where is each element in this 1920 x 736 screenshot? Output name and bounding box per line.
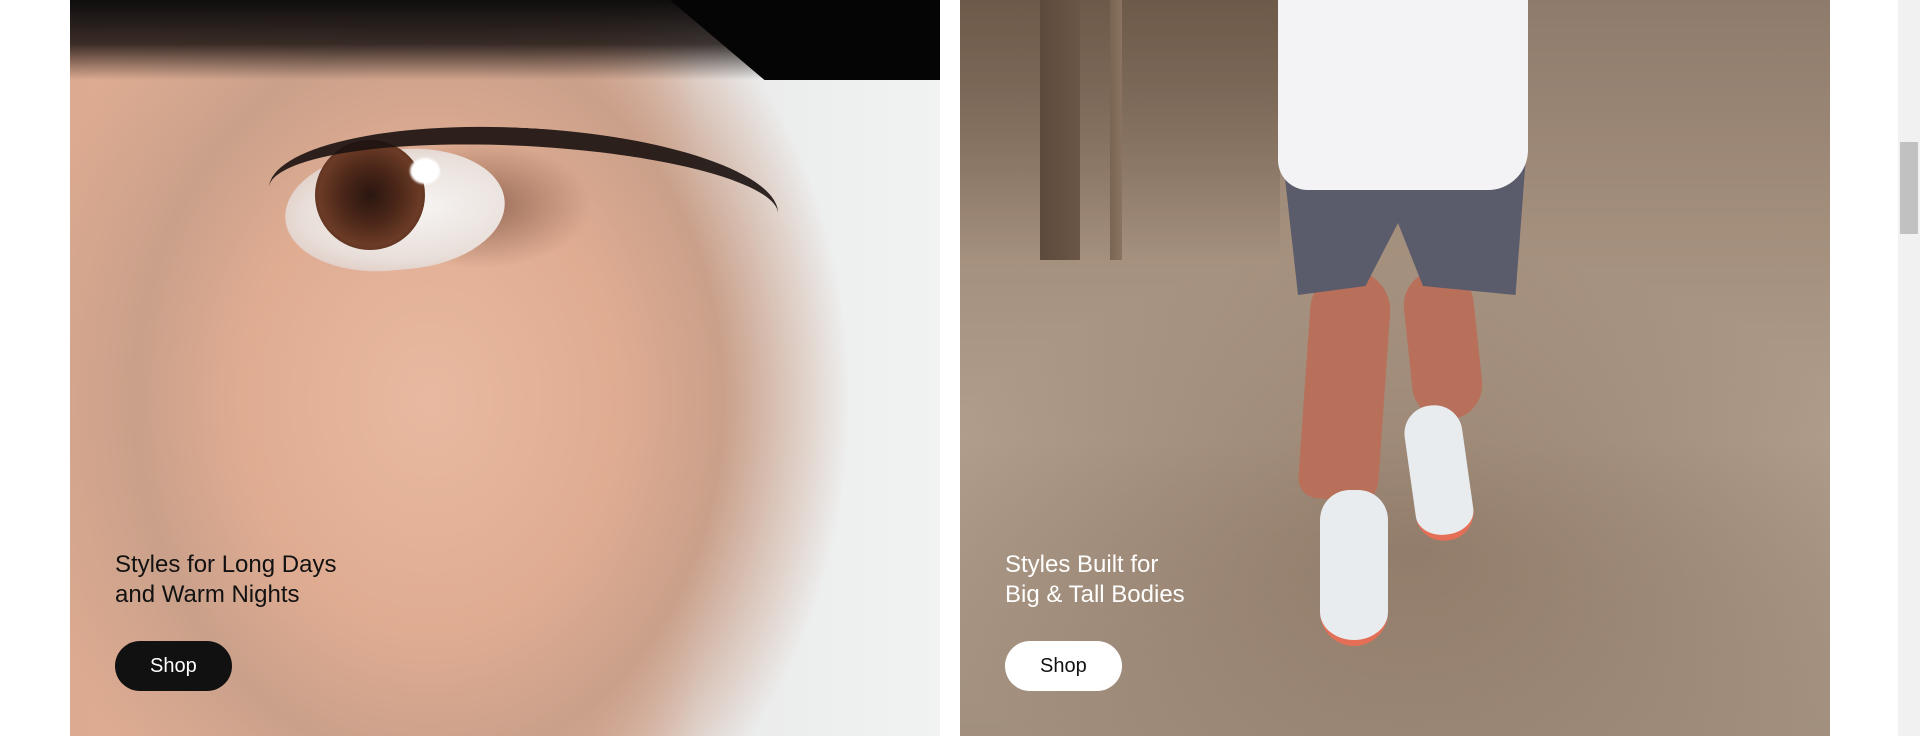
runner-shirt-shape [1278,0,1528,190]
trees-shape [960,0,1280,260]
page-scrollbar[interactable] [1898,0,1920,736]
promo-card-big-tall[interactable]: Styles Built for Big & Tall Bodies Shop [960,0,1830,736]
scrollbar-thumb[interactable] [1900,142,1918,234]
promo-caption-line: Big & Tall Bodies [1005,581,1185,608]
promo-grid: Styles for Long Days and Warm Nights Sho… [0,0,1920,736]
promo-caption-line: and Warm Nights [115,581,300,608]
promo-caption-line: Styles for Long Days [115,551,337,578]
runner-shoe-left-shape [1320,490,1388,646]
promo-image-trail-runner[interactable] [960,0,1830,736]
runner-shoe-right-shape [1400,401,1478,545]
promo-image-eye-closeup[interactable] [70,0,940,736]
promo-caption: Styles for Long Days and Warm Nights [115,550,336,610]
promo-card-long-days[interactable]: Styles for Long Days and Warm Nights Sho… [70,0,940,736]
promo-caption-line: Styles Built for [1005,551,1159,578]
runner-leg-left-shape [1297,267,1393,503]
promo-caption: Styles Built for Big & Tall Bodies [1005,550,1185,610]
shop-button[interactable]: Shop [1005,641,1122,691]
shop-button[interactable]: Shop [115,641,232,691]
